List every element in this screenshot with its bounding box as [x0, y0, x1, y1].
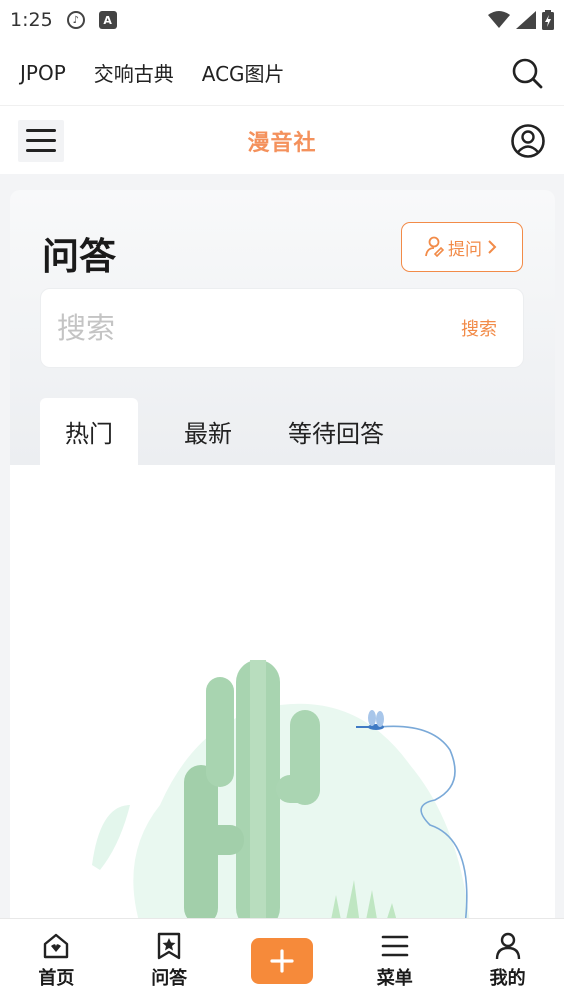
font-a-icon: A	[98, 11, 117, 29]
bottom-nav: 首页 问答 菜单 我的	[0, 918, 564, 1002]
chevron-right-icon	[488, 240, 497, 254]
signal-icon	[516, 11, 536, 29]
plus-icon	[250, 937, 313, 984]
nav-link-jpop[interactable]: JPOP	[20, 61, 66, 85]
site-header: 漫音社	[0, 107, 564, 174]
top-nav: JPOP 交响古典 ACG图片	[0, 40, 564, 106]
wifi-icon	[488, 11, 510, 28]
menu-icon	[381, 935, 409, 956]
nav-link-classical[interactable]: 交响古典	[94, 58, 174, 87]
tab-latest[interactable]: 最新	[138, 398, 278, 465]
search-input[interactable]	[57, 311, 461, 345]
bottom-nav-menu-label: 菜单	[376, 967, 413, 989]
status-time: 1:25	[10, 9, 53, 31]
music-note-icon: ♪	[66, 11, 85, 29]
bottom-nav-home[interactable]: 首页	[16, 932, 96, 990]
bottom-nav-qa[interactable]: 问答	[129, 932, 209, 990]
site-logo[interactable]: 漫音社	[247, 125, 316, 157]
hamburger-icon[interactable]	[18, 119, 64, 162]
qa-tabs: 热门 最新 等待回答	[40, 398, 384, 465]
qa-content-area	[10, 465, 555, 918]
qa-card: 问答 提问 搜索 热门 最新 等待回答	[10, 190, 555, 918]
person-pen-icon	[425, 236, 445, 258]
bottom-nav-menu[interactable]: 菜单	[355, 932, 435, 990]
person-icon	[495, 932, 520, 959]
search-icon[interactable]	[510, 56, 544, 90]
bookmark-star-icon	[157, 932, 181, 959]
battery-icon	[542, 10, 554, 30]
user-circle-icon[interactable]	[510, 123, 546, 159]
bottom-nav-home-label: 首页	[38, 967, 75, 989]
search-box: 搜索	[40, 288, 524, 368]
bottom-nav-mine-label: 我的	[489, 967, 526, 989]
ask-question-label: 提问	[448, 239, 482, 260]
tab-hot[interactable]: 热门	[40, 398, 138, 465]
bottom-nav-add[interactable]	[242, 937, 322, 984]
home-icon	[44, 933, 69, 958]
bottom-nav-mine[interactable]: 我的	[468, 932, 548, 990]
bottom-nav-qa-label: 问答	[151, 967, 188, 989]
nav-link-acg[interactable]: ACG图片	[202, 58, 285, 87]
ask-question-button[interactable]: 提问	[401, 222, 523, 272]
empty-state-cactus-illustration	[92, 660, 470, 918]
page-title: 问答	[42, 235, 116, 278]
tab-awaiting-answer[interactable]: 等待回答	[278, 398, 384, 465]
status-bar: 1:25 ♪ A	[0, 0, 564, 40]
search-button[interactable]: 搜索	[461, 315, 497, 341]
